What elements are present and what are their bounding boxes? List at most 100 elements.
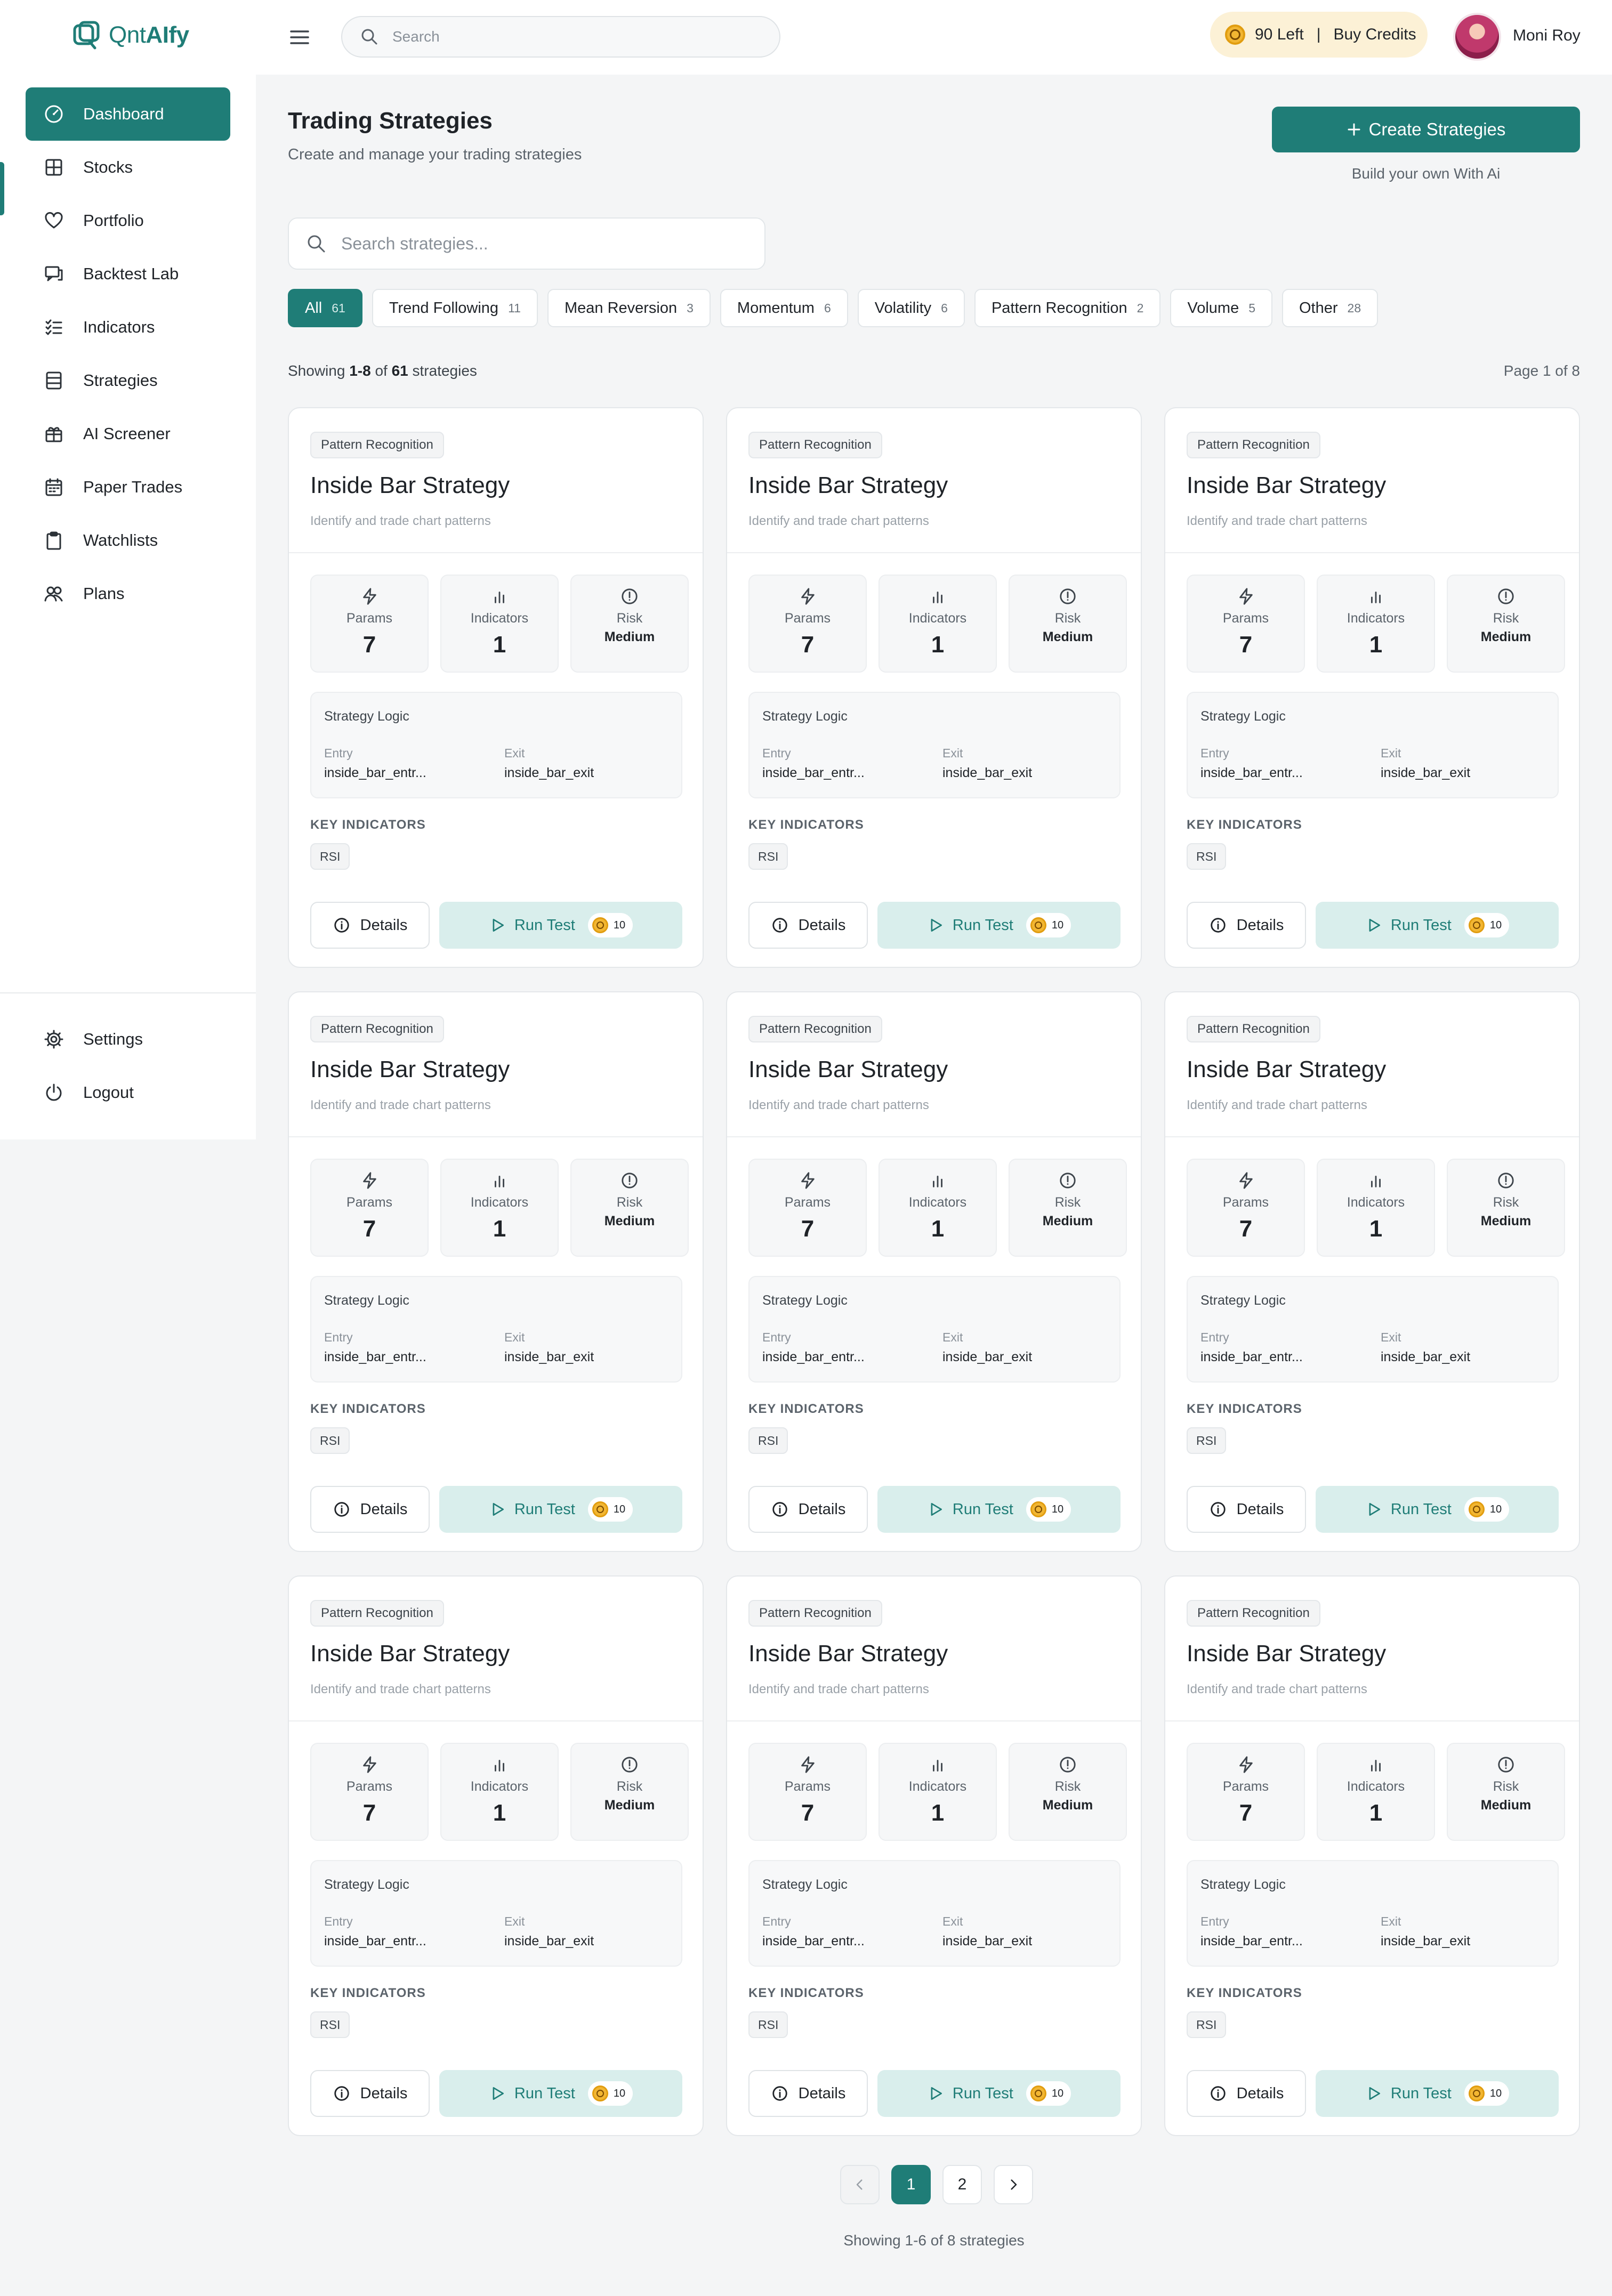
- run-test-button[interactable]: Run Test 10: [1316, 902, 1559, 949]
- dashboard-icon: [45, 105, 63, 123]
- sidebar-item-dashboard[interactable]: Dashboard: [26, 87, 230, 141]
- bolt-icon: [363, 1172, 376, 1189]
- sidebar-item-settings[interactable]: Settings: [26, 1013, 230, 1066]
- filter-chip-all[interactable]: All 61: [288, 289, 362, 327]
- strategy-title[interactable]: Inside Bar Strategy: [748, 1056, 948, 1083]
- key-indicators-heading: KEY INDICATORS: [748, 1986, 864, 2000]
- sidebar-item-portfolio[interactable]: Portfolio: [26, 194, 230, 247]
- credits-separator: |: [1316, 26, 1321, 43]
- key-indicators-heading: KEY INDICATORS: [748, 818, 864, 832]
- run-test-button[interactable]: Run Test 10: [1316, 2070, 1559, 2117]
- buy-credits-link[interactable]: Buy Credits: [1334, 26, 1416, 44]
- filter-chip-mean-reversion[interactable]: Mean Reversion 3: [547, 289, 711, 327]
- prev-page-button[interactable]: [840, 2165, 880, 2204]
- exit-value: inside_bar_exit: [942, 1349, 1033, 1364]
- strategy-title[interactable]: Inside Bar Strategy: [1187, 1640, 1386, 1667]
- next-page-button[interactable]: [994, 2165, 1033, 2204]
- key-indicators-heading: KEY INDICATORS: [1187, 1986, 1302, 2000]
- plus-icon: [1348, 123, 1360, 136]
- details-button[interactable]: Details: [748, 902, 868, 949]
- page-button-2[interactable]: 2: [942, 2165, 982, 2204]
- run-test-button[interactable]: Run Test 10: [439, 902, 682, 949]
- cost-value: 10: [1489, 2087, 1502, 2099]
- details-button[interactable]: Details: [310, 902, 430, 949]
- user-name[interactable]: Moni Roy: [1513, 27, 1581, 45]
- sidebar-item-backtest-lab[interactable]: Backtest Lab: [26, 247, 230, 301]
- search-icon: [308, 235, 325, 253]
- avatar[interactable]: [1453, 13, 1501, 61]
- menu-toggle-icon[interactable]: [289, 27, 310, 48]
- run-test-button[interactable]: Run Test 10: [439, 2070, 682, 2117]
- filter-count: 3: [687, 301, 694, 315]
- sidebar-item-logout[interactable]: Logout: [26, 1066, 230, 1119]
- sidebar-item-stocks[interactable]: Stocks: [26, 141, 230, 194]
- strategy-title[interactable]: Inside Bar Strategy: [310, 1640, 510, 1667]
- strategy-title[interactable]: Inside Bar Strategy: [1187, 1056, 1386, 1083]
- brand-logo[interactable]: QntAIfy: [71, 20, 189, 50]
- run-test-button[interactable]: Run Test 10: [1316, 1486, 1559, 1533]
- global-search-input[interactable]: [392, 28, 765, 45]
- filter-chip-momentum[interactable]: Momentum 6: [720, 289, 848, 327]
- exit-value: inside_bar_exit: [942, 765, 1033, 780]
- run-test-button[interactable]: Run Test 10: [877, 1486, 1121, 1533]
- sidebar-icon-wrap: [44, 370, 64, 391]
- sidebar-item-label: Logout: [83, 1083, 134, 1102]
- stat-value: 1: [931, 1216, 945, 1242]
- sidebar-item-paper-trades[interactable]: Paper Trades: [26, 460, 230, 514]
- info-icon: [1210, 2086, 1226, 2101]
- sidebar-item-watchlists[interactable]: Watchlists: [26, 514, 230, 567]
- sidebar-item-plans[interactable]: Plans: [26, 567, 230, 620]
- run-test-button[interactable]: Run Test 10: [439, 1486, 682, 1533]
- sidebar-item-strategies[interactable]: Strategies: [26, 354, 230, 407]
- logic-title: Strategy Logic: [1200, 1293, 1286, 1308]
- strategy-search-input[interactable]: [341, 233, 746, 254]
- filter-label: All: [305, 299, 323, 317]
- stat-params: Params 7: [1187, 1743, 1305, 1841]
- details-button[interactable]: Details: [310, 2070, 430, 2117]
- details-button[interactable]: Details: [748, 2070, 868, 2117]
- page-button-1[interactable]: 1: [891, 2165, 931, 2204]
- card-divider: [727, 1720, 1141, 1721]
- cost-value: 10: [613, 919, 626, 931]
- details-button[interactable]: Details: [748, 1486, 868, 1533]
- strategy-description: Identify and trade chart patterns: [1187, 1682, 1367, 1696]
- entry-value: inside_bar_entr...: [1200, 1934, 1303, 1949]
- details-button[interactable]: Details: [1187, 902, 1306, 949]
- details-button[interactable]: Details: [1187, 2070, 1306, 2117]
- filter-chip-other[interactable]: Other 28: [1282, 289, 1379, 327]
- strategy-logic: Strategy Logic Entry inside_bar_entr... …: [310, 1276, 682, 1383]
- strategy-card: Pattern Recognition Inside Bar Strategy …: [726, 407, 1142, 968]
- filter-chip-trend-following[interactable]: Trend Following 11: [372, 289, 538, 327]
- page-title: Trading Strategies: [288, 108, 493, 134]
- strategy-title[interactable]: Inside Bar Strategy: [1187, 472, 1386, 499]
- bar-chart-icon: [495, 592, 504, 603]
- filter-chip-pattern-recognition[interactable]: Pattern Recognition 2: [974, 289, 1161, 327]
- page-subtitle: Create and manage your trading strategie…: [288, 146, 582, 163]
- details-button[interactable]: Details: [1187, 1486, 1306, 1533]
- entry-label: Entry: [1200, 746, 1229, 760]
- run-test-button[interactable]: Run Test 10: [877, 902, 1121, 949]
- sidebar-item-indicators[interactable]: Indicators: [26, 301, 230, 354]
- strategy-title[interactable]: Inside Bar Strategy: [748, 1640, 948, 1667]
- strategy-title[interactable]: Inside Bar Strategy: [310, 472, 510, 499]
- stat-indicators: Indicators 1: [440, 1159, 559, 1257]
- play-icon: [931, 2087, 942, 2100]
- play-icon: [493, 1503, 504, 1516]
- checklist-icon: [45, 319, 62, 335]
- run-test-button[interactable]: Run Test 10: [877, 2070, 1121, 2117]
- run-test-label: Run Test: [514, 916, 575, 934]
- category-tag: Pattern Recognition: [748, 432, 882, 458]
- filter-chip-volatility[interactable]: Volatility 6: [857, 289, 965, 327]
- filter-chip-volume[interactable]: Volume 5: [1170, 289, 1272, 327]
- category-filters: All 61 Trend Following 11 Mean Reversion 3…: [288, 289, 1379, 327]
- strategy-title[interactable]: Inside Bar Strategy: [310, 1056, 510, 1083]
- sidebar-item-ai-screener[interactable]: AI Screener: [26, 407, 230, 460]
- create-strategies-button[interactable]: Create Strategies: [1272, 107, 1580, 152]
- clipboard-icon: [46, 531, 61, 550]
- details-button[interactable]: Details: [310, 1486, 430, 1533]
- cost-value: 10: [1489, 919, 1502, 931]
- stat-label: Indicators: [1347, 611, 1405, 626]
- strategy-title[interactable]: Inside Bar Strategy: [748, 472, 948, 499]
- alert-circle-icon: [1498, 588, 1514, 604]
- stat-risk: Risk Medium: [1447, 1159, 1565, 1257]
